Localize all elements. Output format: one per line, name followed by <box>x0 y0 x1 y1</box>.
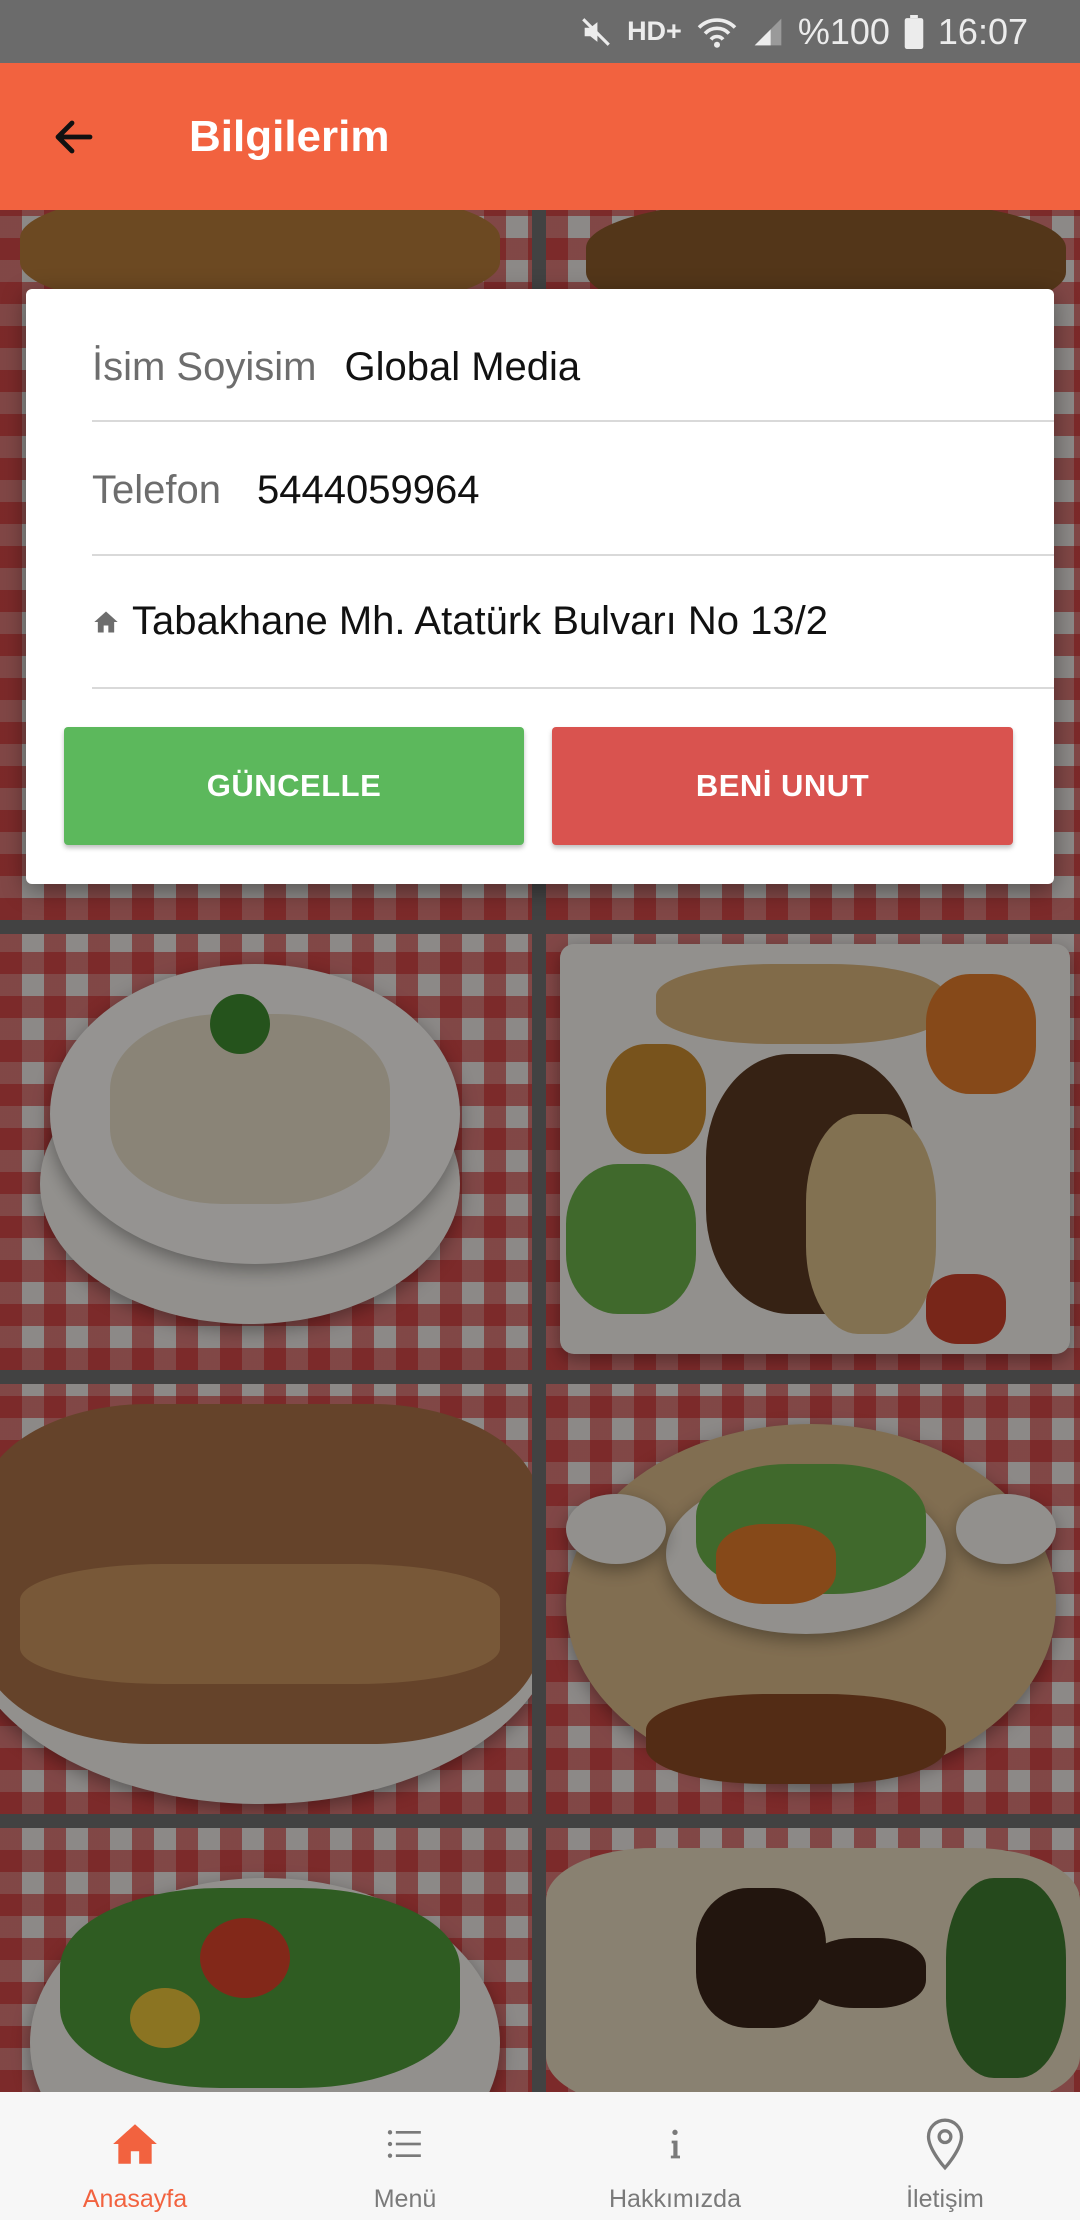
back-button[interactable] <box>37 100 111 174</box>
bottom-navigation: Anasayfa Menü Hakkımızda İletişim <box>0 2092 1080 2220</box>
name-row[interactable]: İsim Soyisim Global Media <box>92 289 1054 422</box>
profile-dialog: İsim Soyisim Global Media Telefon 544405… <box>26 289 1054 884</box>
nav-item-contact[interactable]: İletişim <box>810 2092 1080 2220</box>
nav-label: İletişim <box>906 2185 984 2213</box>
signal-icon <box>752 16 784 48</box>
nav-item-about[interactable]: Hakkımızda <box>540 2092 810 2220</box>
location-pin-icon <box>926 2118 964 2171</box>
status-bar: HD+ %100 16:07 <box>0 0 1080 63</box>
nav-label: Hakkımızda <box>609 2185 741 2213</box>
name-value: Global Media <box>344 345 581 389</box>
wifi-icon <box>696 15 738 49</box>
phone-label: Telefon <box>92 468 221 512</box>
list-icon <box>387 2130 421 2158</box>
phone-row[interactable]: Telefon 5444059964 <box>92 423 1054 556</box>
home-icon <box>92 608 120 636</box>
nav-label: Anasayfa <box>82 2185 188 2213</box>
back-arrow-icon <box>55 120 93 153</box>
mute-icon <box>579 15 613 49</box>
nav-label: Menü <box>373 2185 437 2213</box>
home-icon <box>113 2124 157 2164</box>
page-title: Bilgilerim <box>189 111 390 161</box>
address-value: Tabakhane Mh. Atatürk Bulvarı No 13/2 <box>132 599 828 643</box>
battery-percent: %100 <box>797 10 890 52</box>
nav-item-home[interactable]: Anasayfa <box>0 2092 270 2220</box>
name-label: İsim Soyisim <box>92 345 317 389</box>
battery-icon <box>904 14 924 49</box>
clock: 16:07 <box>937 10 1028 52</box>
update-button[interactable]: GÜNCELLE <box>64 727 524 845</box>
network-type: HD+ <box>627 16 682 46</box>
info-icon <box>670 2129 680 2159</box>
address-row[interactable]: Tabakhane Mh. Atatürk Bulvarı No 13/2 <box>92 556 1054 689</box>
phone-value: 5444059964 <box>256 468 480 512</box>
nav-item-menu[interactable]: Menü <box>270 2092 540 2220</box>
app-bar: Bilgilerim <box>0 63 1080 210</box>
forget-me-button[interactable]: BENİ UNUT <box>552 727 1013 845</box>
